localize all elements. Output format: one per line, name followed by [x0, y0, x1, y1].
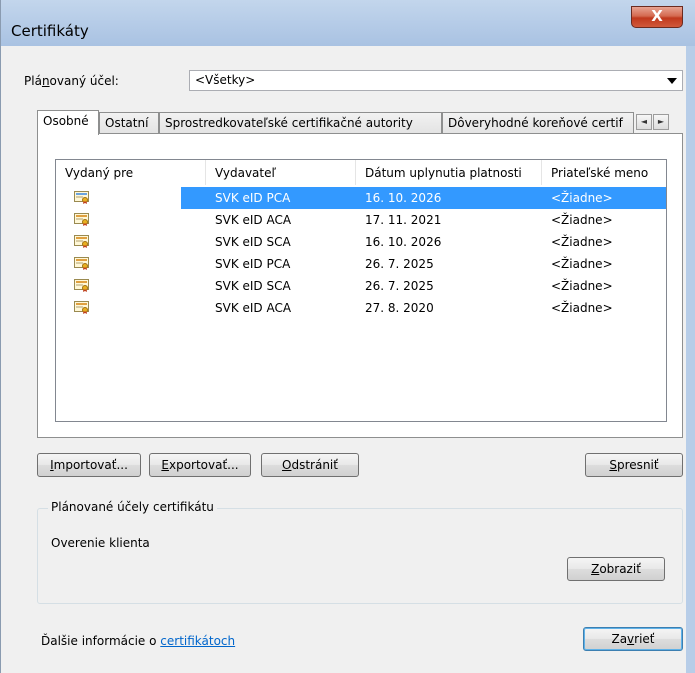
- tab-other-people[interactable]: Ostatní: [99, 112, 159, 134]
- cell-expiration: 26. 7. 2025: [365, 279, 434, 293]
- column-friendly-name[interactable]: Priateľské meno: [542, 160, 666, 185]
- window-title: Certifikáty: [11, 22, 89, 40]
- cell-issuer: SVK eID ACA: [215, 213, 292, 227]
- cell-expiration: 16. 10. 2026: [365, 235, 442, 249]
- column-issued-to[interactable]: Vydaný pre: [56, 160, 206, 185]
- cell-friendly-name: <Žiadne>: [551, 235, 613, 249]
- column-expiration-date[interactable]: Dátum uplynutia platnosti: [356, 160, 542, 185]
- certificate-list[interactable]: Vydaný pre Vydavateľ Dátum uplynutia pla…: [55, 159, 667, 422]
- tab-panel-personal: Vydaný pre Vydavateľ Dátum uplynutia pla…: [37, 133, 683, 438]
- table-row[interactable]: SVK eID SCA 26. 7. 2025 <Žiadne>: [56, 275, 666, 297]
- view-button[interactable]: Zobraziť: [567, 557, 665, 581]
- chevron-down-icon: [667, 78, 677, 84]
- tab-strip: Osobné Ostatní Sprostredkovateľské certi…: [37, 110, 687, 135]
- cell-friendly-name: <Žiadne>: [551, 191, 613, 205]
- certificate-icon: [74, 235, 89, 248]
- cell-friendly-name: <Žiadne>: [551, 213, 613, 227]
- certificate-icon: [74, 301, 89, 314]
- cell-issuer: SVK eID SCA: [215, 279, 291, 293]
- column-issuer[interactable]: Vydavateľ: [206, 160, 356, 185]
- table-row[interactable]: SVK eID ACA 27. 8. 2020 <Žiadne>: [56, 297, 666, 319]
- purpose-dropdown[interactable]: <Všetky>: [189, 70, 683, 91]
- intended-purposes-group: [37, 508, 683, 604]
- cell-issuer: SVK eID PCA: [215, 257, 291, 271]
- cell-friendly-name: <Žiadne>: [551, 301, 613, 315]
- cell-issuer: SVK eID ACA: [215, 301, 292, 315]
- list-header: Vydaný pre Vydavateľ Dátum uplynutia pla…: [56, 160, 666, 185]
- certificates-link[interactable]: certifikátoch: [160, 634, 235, 648]
- info-text: Ďalšie informácie o certifikátoch: [41, 634, 236, 648]
- purpose-label: Plánovaný účel:: [24, 74, 119, 88]
- cell-friendly-name: <Žiadne>: [551, 279, 613, 293]
- intended-purposes-value: Overenie klienta: [51, 536, 150, 550]
- advanced-button[interactable]: Spresniť: [585, 453, 683, 477]
- cell-issuer: SVK eID SCA: [215, 235, 291, 249]
- export-button[interactable]: Exportovať...: [149, 453, 251, 477]
- close-window-button[interactable]: X: [631, 6, 683, 28]
- certificates-dialog: Certifikáty X Plánovaný účel: <Všetky> O…: [0, 0, 695, 673]
- certificate-icon: [74, 257, 89, 270]
- table-row[interactable]: SVK eID PCA 16. 10. 2026 <Žiadne>: [56, 187, 666, 209]
- window-frame-right: [686, 46, 695, 673]
- table-row[interactable]: SVK eID SCA 16. 10. 2026 <Žiadne>: [56, 231, 666, 253]
- cell-issuer: SVK eID PCA: [215, 191, 291, 205]
- close-button[interactable]: Zavrieť: [583, 627, 683, 651]
- title-bar[interactable]: Certifikáty X: [1, 0, 695, 46]
- purpose-selected-value: <Všetky>: [195, 73, 256, 87]
- intended-purposes-title: Plánované účely certifikátu: [48, 500, 217, 514]
- cell-expiration: 26. 7. 2025: [365, 257, 434, 271]
- close-icon: X: [651, 7, 663, 25]
- cell-friendly-name: <Žiadne>: [551, 257, 613, 271]
- table-row[interactable]: SVK eID ACA 17. 11. 2021 <Žiadne>: [56, 209, 666, 231]
- tab-personal[interactable]: Osobné: [37, 110, 99, 135]
- certificate-icon: [74, 213, 89, 226]
- tab-intermediate-ca[interactable]: Sprostredkovateľské certifikačné autorit…: [159, 112, 442, 134]
- tab-trusted-root-ca[interactable]: Dôveryhodné koreňové certif: [442, 112, 634, 134]
- cell-expiration: 27. 8. 2020: [365, 301, 434, 315]
- tab-scroll-left-icon[interactable]: ◄: [636, 114, 652, 130]
- cell-expiration: 17. 11. 2021: [365, 213, 442, 227]
- certificate-icon: [74, 279, 89, 292]
- tab-scroll-right-icon[interactable]: ►: [653, 114, 669, 130]
- table-row[interactable]: SVK eID PCA 26. 7. 2025 <Žiadne>: [56, 253, 666, 275]
- cell-expiration: 16. 10. 2026: [365, 191, 442, 205]
- import-button[interactable]: Importovať...: [37, 453, 141, 477]
- certificate-icon: [74, 191, 89, 204]
- remove-button[interactable]: Odstrániť: [261, 453, 359, 477]
